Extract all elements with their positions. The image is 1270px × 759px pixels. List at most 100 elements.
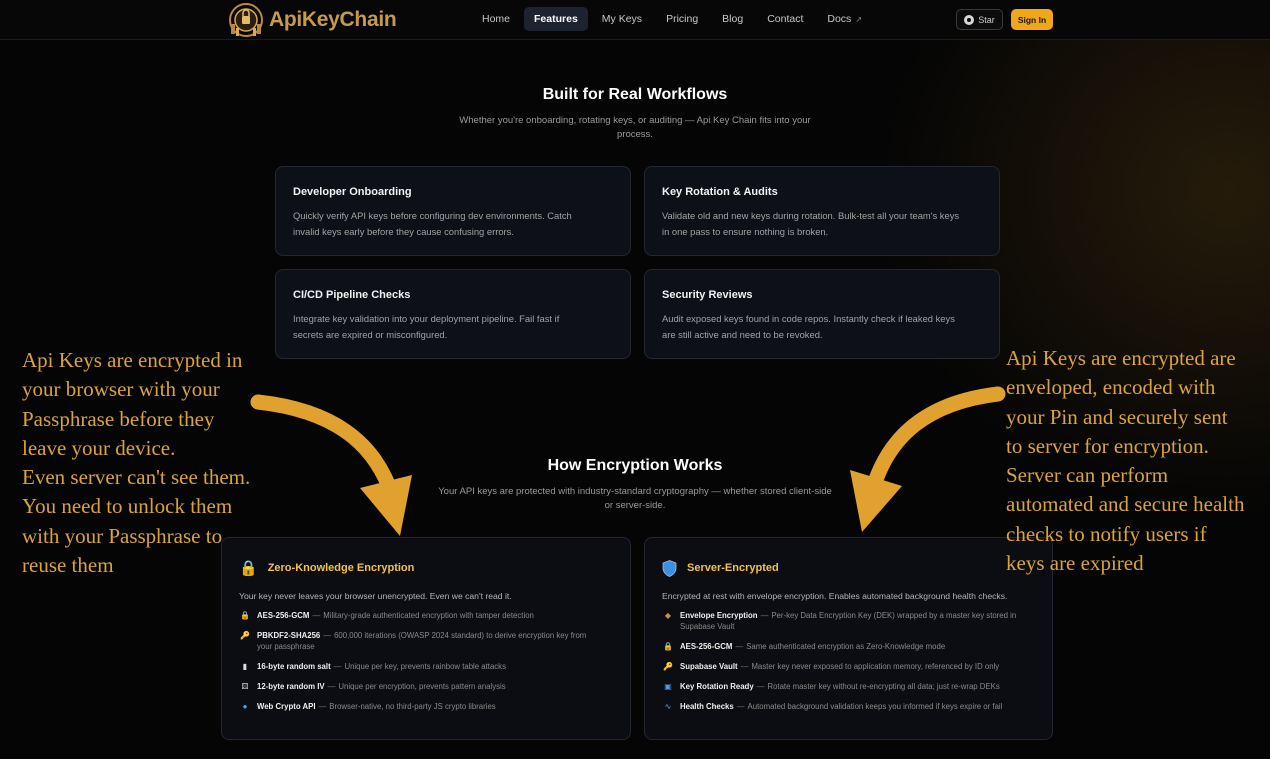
nav-contact[interactable]: Contact <box>757 7 813 31</box>
feature-item: ◆ Envelope Encryption — Per-key Data Encry… <box>662 610 1035 632</box>
nav-docs[interactable]: Docs ↗ <box>817 7 872 31</box>
pulse-icon: ∿ <box>664 702 672 711</box>
feature-item: ⚄ 12-byte random IV — Unique per encryptio… <box>239 681 613 692</box>
server-encrypted-panel: Server-Encrypted Encrypted at rest with … <box>644 537 1053 740</box>
feature-text: Unique per encryption, prevents pattern … <box>338 682 506 691</box>
card-desc-line: secrets are expired or misconfigured. <box>293 329 448 340</box>
feature-label: PBKDF2-SHA256 <box>257 631 321 640</box>
annotation-line: Server can perform <box>1006 463 1169 488</box>
card-title: Security Reviews <box>662 289 753 301</box>
card-desc: Validate old and new keys during rotatio… <box>662 208 982 240</box>
nav-home[interactable]: Home <box>472 7 520 31</box>
nav-pricing[interactable]: Pricing <box>656 7 708 31</box>
annotation-right: Api Keys are encrypted are enveloped, en… <box>1006 344 1268 578</box>
feature-label: Supabase Vault <box>680 662 738 671</box>
nav-links: Home Features My Keys Pricing Blog Conta… <box>472 7 872 31</box>
sign-in-button[interactable]: Sign In <box>1011 9 1053 30</box>
feature-separator: — <box>323 631 332 640</box>
card-desc-line: invalid keys early before they cause con… <box>293 226 514 237</box>
zero-knowledge-title: Zero-Knowledge Encryption <box>267 562 415 574</box>
feature-text: Automated background validation keeps yo… <box>747 702 1003 711</box>
brand-name: ApiKeyChain <box>269 8 397 31</box>
panel-header: 🔒 Zero-Knowledge Encryption <box>239 558 613 578</box>
annotation-line: checks to notify users if <box>1006 521 1207 546</box>
nav-docs-label: Docs <box>827 13 852 25</box>
server-encrypted-desc: Encrypted at rest with envelope encrypti… <box>662 591 1008 601</box>
card-desc: Quickly verify API keys before configuri… <box>293 208 613 240</box>
annotation-line: keys are expired <box>1006 551 1144 576</box>
feature-item: ∿ Health Checks — Automated background val… <box>662 701 1035 712</box>
feature-separator: — <box>318 702 327 711</box>
zero-knowledge-desc: Your key never leaves your browser unenc… <box>239 591 512 601</box>
annotation-line: to server for encryption. <box>1006 433 1209 458</box>
rotate-icon: ▣ <box>664 682 672 691</box>
globe-icon: ● <box>242 702 248 711</box>
feature-item: ▮ 16-byte random salt — Unique per key, pr… <box>239 661 613 672</box>
feature-text: Master key never exposed to application … <box>751 662 1000 671</box>
annotation-line: You need to unlock them <box>22 494 233 519</box>
card-desc-line: are still active and need to be revoked. <box>662 329 823 340</box>
feature-item: 🔑 PBKDF2-SHA256—600,000 iterations (OWAS… <box>239 630 613 652</box>
github-icon <box>964 14 975 25</box>
feature-label: Key Rotation Ready <box>680 682 754 691</box>
dice-icon: ⚄ <box>241 682 249 691</box>
card-cicd-pipeline-checks: CI/CD Pipeline Checks Integrate key vali… <box>275 269 631 359</box>
encryption-subtitle-line-1: Your API keys are protected with industr… <box>438 486 832 497</box>
feature-label: 12-byte random IV <box>257 682 325 691</box>
shield-icon <box>662 559 677 577</box>
card-key-rotation-audits: Key Rotation & Audits Validate old and n… <box>644 166 1000 256</box>
workflows-subtitle-line-2: process. <box>617 129 653 140</box>
feature-text: Unique per key, prevents rainbow table a… <box>344 662 506 671</box>
lock-icon: 🔒 <box>663 642 673 651</box>
annotation-line: enveloped, encoded with <box>1006 375 1216 400</box>
keychain-logo-icon <box>226 1 266 39</box>
star-label: Star <box>978 14 995 25</box>
feature-label: Envelope Encryption <box>680 611 758 620</box>
feature-separator: — <box>333 662 342 671</box>
workflows-subtitle: Whether you're onboarding, rotating keys… <box>435 114 835 142</box>
annotation-line: Passphrase before they <box>22 406 215 431</box>
annotation-line: with your Passphrase to <box>22 523 223 548</box>
annotation-line: leave your device. <box>22 435 176 460</box>
nav-features[interactable]: Features <box>524 7 588 31</box>
card-desc-line: in one pass to ensure nothing is broken. <box>662 226 829 237</box>
feature-separator: — <box>735 642 744 651</box>
external-link-icon: ↗ <box>855 14 863 24</box>
annotation-left: Api Keys are encrypted in your browser w… <box>22 346 272 580</box>
annotation-line: your Pin and securely sent <box>1006 404 1228 429</box>
annotation-line: automated and secure health <box>1006 492 1245 517</box>
card-security-reviews: Security Reviews Audit exposed keys foun… <box>644 269 1000 359</box>
feature-separator: — <box>740 662 749 671</box>
salt-icon: ▮ <box>242 662 248 671</box>
top-navbar: ApiKeyChain Home Features My Keys Pricin… <box>0 0 1270 40</box>
feature-item: ● Web Crypto API — Browser-native, no thir… <box>239 701 613 712</box>
feature-text: Per-key Data Encryption Key (DEK) wrappe… <box>771 611 1017 620</box>
feature-item: 🔑 Supabase Vault — Master key never expose… <box>662 661 1035 672</box>
lock-icon: 🔒 <box>240 611 250 620</box>
feature-text: 600,000 iterations (OWASP 2024 standard)… <box>334 631 587 640</box>
feature-item: ▣ Key Rotation Ready — Rotate master key w… <box>662 681 1035 692</box>
card-desc-line: Audit exposed keys found in code repos. … <box>662 313 955 324</box>
card-desc: Integrate key validation into your deplo… <box>293 311 613 343</box>
panel-header: Server-Encrypted <box>662 558 1035 578</box>
feature-label: AES-256-GCM <box>257 611 310 620</box>
feature-label: AES-256-GCM <box>680 642 733 651</box>
feature-separator: — <box>736 702 745 711</box>
github-star-button[interactable]: Star <box>956 9 1003 30</box>
brand[interactable]: ApiKeyChain <box>226 1 397 39</box>
feature-separator: — <box>312 611 321 620</box>
card-desc-line: Quickly verify API keys before configuri… <box>293 210 572 221</box>
encryption-subtitle-line-2: or server-side. <box>604 500 666 511</box>
annotation-line: Api Keys are encrypted are <box>1006 346 1236 370</box>
nav-blog[interactable]: Blog <box>712 7 753 31</box>
card-title: CI/CD Pipeline Checks <box>293 289 411 301</box>
key-icon: 🔑 <box>663 662 673 671</box>
annotation-line: your browser with your <box>22 377 220 402</box>
feature-separator: — <box>760 611 769 620</box>
feature-item: 🔒 AES-256-GCM — Same authenticated encrypt… <box>662 641 1035 652</box>
feature-text: Rotate master key without re-encrypting … <box>767 682 1000 691</box>
nav-my-keys[interactable]: My Keys <box>592 7 652 31</box>
annotation-line: Even server can't see them. <box>22 465 251 490</box>
card-title: Key Rotation & Audits <box>662 186 778 198</box>
package-icon: ◆ <box>664 611 672 620</box>
